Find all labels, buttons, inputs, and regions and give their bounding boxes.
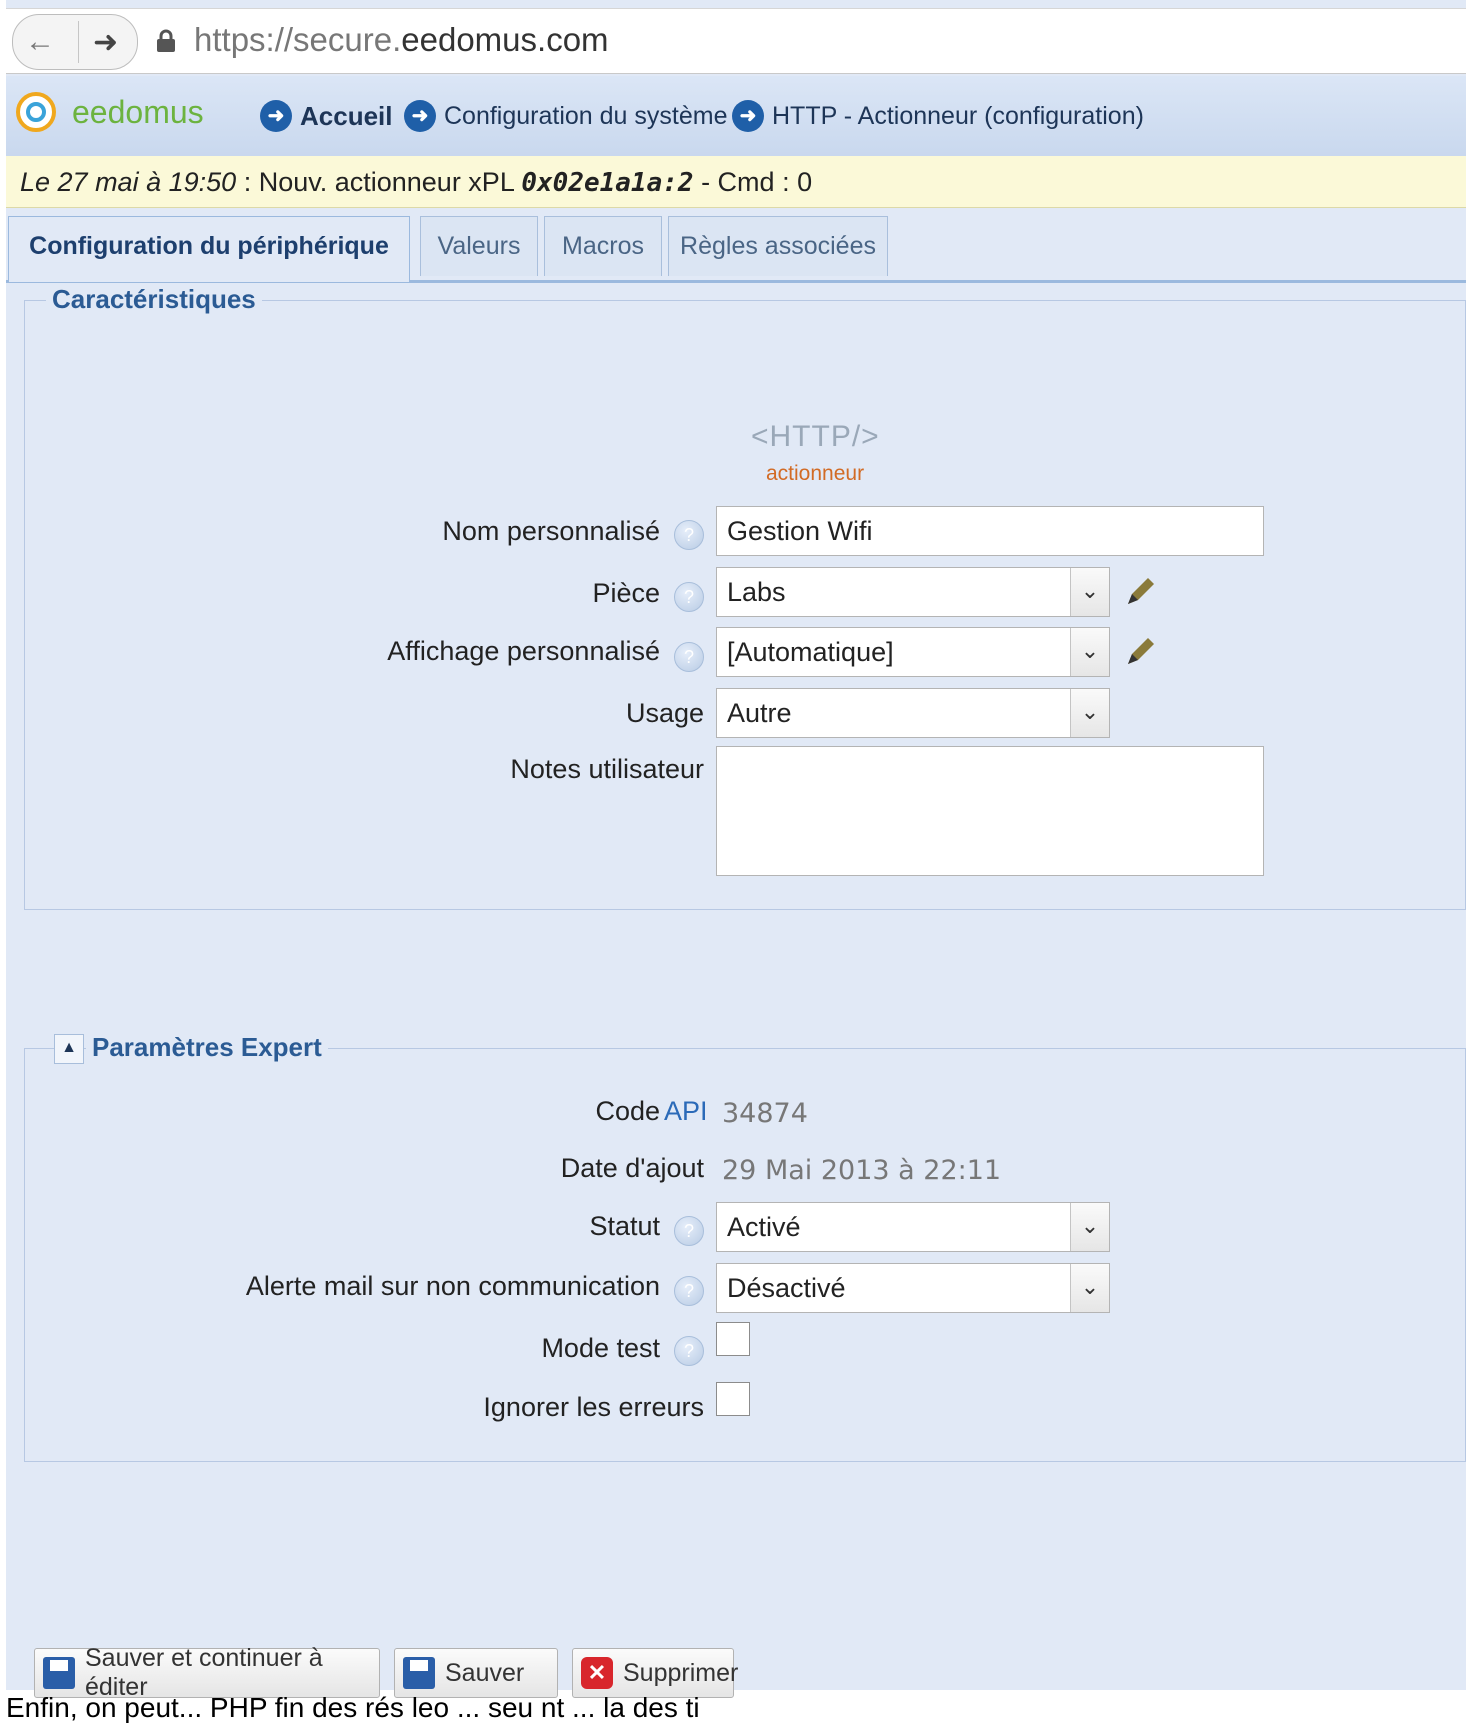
- delete-button[interactable]: ✕ Supprimer: [572, 1648, 738, 1698]
- display-select-value: [Automatique]: [727, 637, 894, 667]
- ignore-errors-checkbox[interactable]: [716, 1382, 750, 1416]
- arrow-right-icon: ➜: [260, 100, 292, 132]
- ignore-errors-label: Ignorer les erreurs: [483, 1392, 704, 1422]
- test-mode-label: Mode test: [541, 1333, 660, 1363]
- floppy-disk-icon: [403, 1657, 435, 1689]
- notification-suffix: - Cmd : 0: [701, 167, 813, 197]
- chevron-down-icon[interactable]: ⌄: [1070, 628, 1109, 676]
- notification-date: Le 27 mai à 19:50: [20, 167, 237, 197]
- help-icon[interactable]: ?: [674, 1216, 704, 1246]
- breadcrumb: eedomus ➜ Accueil ➜ Configuration du sys…: [6, 76, 1466, 157]
- usage-select[interactable]: Autre ⌄: [716, 688, 1110, 738]
- chevron-down-icon[interactable]: ⌄: [1070, 689, 1109, 737]
- help-icon[interactable]: ?: [674, 642, 704, 672]
- http-device-logo: <HTTP/>: [751, 420, 880, 453]
- logo-text[interactable]: eedomus: [72, 94, 204, 131]
- notification-bar: Le 27 mai à 19:50 : Nouv. actionneur xPL…: [6, 156, 1466, 208]
- device-type-label: actionneur: [766, 462, 865, 485]
- delete-x-icon: ✕: [581, 1657, 613, 1689]
- notification-code: 0x02e1a1a:2: [521, 168, 694, 198]
- save-continue-button[interactable]: Sauver et continuer à éditer: [34, 1644, 380, 1701]
- help-icon[interactable]: ?: [674, 1336, 704, 1366]
- status-select-value: Activé: [727, 1212, 801, 1242]
- lock-icon: [157, 29, 175, 52]
- tab-macros[interactable]: Macros: [544, 216, 662, 276]
- chevron-down-icon[interactable]: ⌄: [1070, 1264, 1109, 1312]
- date-value: 29 Mai 2013 à 22:11: [722, 1155, 1002, 1186]
- usage-select-value: Autre: [727, 698, 792, 728]
- room-select[interactable]: Labs ⌄: [716, 567, 1110, 617]
- api-link[interactable]: API: [664, 1096, 708, 1127]
- test-mode-checkbox[interactable]: [716, 1322, 750, 1356]
- nav-buttons: ← ➜: [12, 14, 138, 70]
- help-icon[interactable]: ?: [674, 520, 704, 550]
- notes-label: Notes utilisateur: [510, 754, 704, 784]
- browser-window: ← ➜ https://secure.eedomus.com eedomus ➜…: [6, 0, 1466, 1701]
- tab-device-config[interactable]: Configuration du périphérique: [8, 216, 410, 282]
- date-label: Date d'ajout: [560, 1153, 704, 1183]
- forward-arrow-icon[interactable]: ➜: [93, 25, 118, 60]
- nav-divider: [78, 21, 79, 63]
- address-bar[interactable]: ← ➜ https://secure.eedomus.com: [6, 8, 1466, 74]
- code-value: 34874: [722, 1098, 808, 1129]
- breadcrumb-system-config[interactable]: ➜ Configuration du système: [404, 100, 727, 132]
- floppy-disk-icon: [43, 1657, 75, 1689]
- tab-values[interactable]: Valeurs: [420, 216, 538, 276]
- alert-select-value: Désactivé: [727, 1273, 846, 1303]
- status-label: Statut: [589, 1211, 660, 1241]
- room-label: Pièce: [592, 578, 660, 608]
- arrow-right-icon: ➜: [404, 100, 436, 132]
- expert-legend: Paramètres Expert: [86, 1032, 328, 1063]
- tab-rules[interactable]: Règles associées: [668, 216, 888, 276]
- notification-message: : Nouv. actionneur xPL: [243, 167, 514, 197]
- alert-select[interactable]: Désactivé ⌄: [716, 1263, 1110, 1313]
- tab-bar: Configuration du périphérique Valeurs Ma…: [6, 212, 1466, 283]
- room-select-value: Labs: [727, 577, 786, 607]
- status-select[interactable]: Activé ⌄: [716, 1202, 1110, 1252]
- pencil-edit-icon[interactable]: [1120, 572, 1160, 612]
- chevron-down-icon[interactable]: ⌄: [1070, 568, 1109, 616]
- breadcrumb-current[interactable]: ➜ HTTP - Actionneur (configuration): [732, 100, 1144, 132]
- collapse-up-icon[interactable]: ▲: [54, 1034, 84, 1064]
- eedomus-logo-icon[interactable]: [16, 92, 56, 132]
- footer-caption: Enfin, on peut... PHP fin des rés leo ..…: [6, 1692, 700, 1723]
- display-label: Affichage personnalisé: [387, 636, 660, 666]
- display-select[interactable]: [Automatique] ⌄: [716, 627, 1110, 677]
- breadcrumb-home[interactable]: ➜ Accueil: [260, 100, 393, 132]
- name-input[interactable]: Gestion Wifi: [716, 506, 1264, 556]
- chevron-down-icon[interactable]: ⌄: [1070, 1203, 1109, 1251]
- code-label: Code: [595, 1096, 660, 1126]
- name-label: Nom personnalisé: [442, 516, 660, 546]
- help-icon[interactable]: ?: [674, 1276, 704, 1306]
- alert-label: Alerte mail sur non communication: [245, 1271, 660, 1301]
- url-text[interactable]: https://secure.eedomus.com: [194, 21, 609, 59]
- save-button[interactable]: Sauver: [394, 1648, 558, 1698]
- characteristics-legend: Caractéristiques: [46, 284, 262, 315]
- back-arrow-icon[interactable]: ←: [25, 25, 55, 59]
- help-icon[interactable]: ?: [674, 582, 704, 612]
- pencil-edit-icon[interactable]: [1120, 632, 1160, 672]
- arrow-right-icon: ➜: [732, 100, 764, 132]
- usage-label: Usage: [625, 698, 704, 728]
- notes-textarea[interactable]: [716, 746, 1264, 876]
